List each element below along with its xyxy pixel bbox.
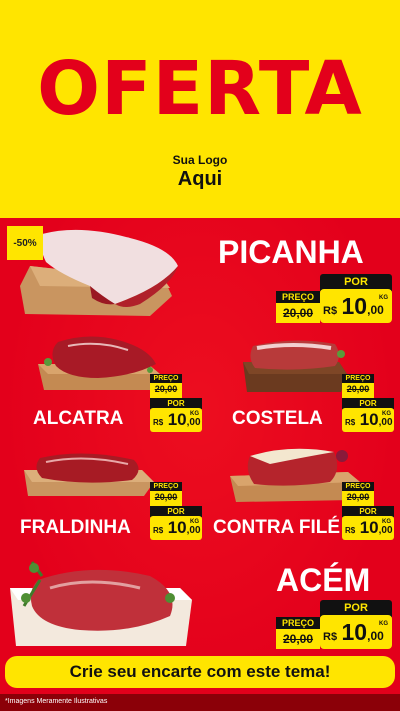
- product-name-costela: COSTELA: [232, 408, 323, 429]
- old-price: 20,00: [346, 384, 370, 394]
- discount-badge: -50%: [7, 226, 43, 260]
- preco-label: PREÇO: [342, 482, 374, 491]
- preco-label: PREÇO: [276, 291, 320, 303]
- old-price-box: PREÇO 20,00: [150, 482, 182, 506]
- contra-file-image: [230, 448, 360, 502]
- product-name-alcatra: ALCATRA: [33, 408, 124, 429]
- old-price: 20,00: [154, 492, 178, 502]
- preco-label: PREÇO: [150, 482, 182, 491]
- preco-label: PREÇO: [342, 374, 374, 383]
- product-name-acem: ACÉM: [276, 562, 371, 598]
- product-name-fraldinha: FRALDINHA: [20, 517, 131, 538]
- preco-label: PREÇO: [276, 617, 320, 629]
- alcatra-image: [38, 336, 160, 390]
- price-integer: 10: [359, 518, 379, 537]
- logo-placeholder-line2: Aqui: [177, 168, 223, 190]
- currency: R$: [323, 631, 338, 643]
- currency: R$: [345, 418, 356, 427]
- currency: R$: [345, 526, 356, 535]
- old-price: 20,00: [346, 492, 370, 502]
- price-integer: 10: [167, 518, 187, 537]
- old-price-box: PREÇO 20,00: [276, 291, 320, 323]
- old-price-box: PREÇO 20,00: [276, 617, 320, 649]
- old-price-box: PREÇO 20,00: [342, 482, 374, 506]
- price-cents: ,00: [367, 303, 384, 317]
- page-title: OFERTA: [37, 46, 363, 132]
- costela-image: [243, 340, 347, 392]
- unit-label: KG: [190, 411, 199, 417]
- preco-label: PREÇO: [150, 374, 182, 383]
- logo-placeholder-line1: Sua Logo: [172, 153, 228, 167]
- fraldinha-image: [24, 453, 154, 496]
- current-price: R$ 10,00 KG: [150, 408, 202, 432]
- price-cents: ,00: [367, 629, 384, 643]
- unit-label: KG: [382, 519, 391, 525]
- old-price: 20,00: [282, 306, 314, 320]
- price-integer: 10: [359, 410, 379, 429]
- currency: R$: [153, 526, 164, 535]
- current-price: R$ 10,00 KG: [320, 615, 392, 649]
- price-cents: ,00: [186, 417, 201, 428]
- old-price-box: PREÇO 20,00: [150, 374, 182, 398]
- current-price: R$ 10,00 KG: [342, 408, 394, 432]
- old-price: 20,00: [282, 632, 314, 646]
- acem-image: [10, 561, 192, 646]
- footnote: *Imagens Meramente Ilustrativas: [5, 698, 108, 705]
- old-price-box: PREÇO 20,00: [342, 374, 374, 398]
- picanha-image: [20, 229, 179, 316]
- product-name-contra-file: CONTRA FILÉ: [213, 517, 341, 538]
- price-integer: 10: [341, 293, 368, 319]
- product-name-picanha: PICANHA: [218, 234, 364, 270]
- current-price: R$ 10,00 KG: [150, 516, 202, 540]
- currency: R$: [153, 418, 164, 427]
- cta-banner[interactable]: Crie seu encarte com este tema!: [5, 656, 395, 688]
- old-price: 20,00: [154, 384, 178, 394]
- currency: R$: [323, 305, 338, 317]
- current-price: R$ 10,00 KG: [342, 516, 394, 540]
- unit-label: KG: [382, 411, 391, 417]
- price-cents: ,00: [378, 525, 393, 536]
- price-integer: 10: [167, 410, 187, 429]
- unit-label: KG: [190, 519, 199, 525]
- price-cents: ,00: [378, 417, 393, 428]
- unit-label: KG: [379, 295, 388, 301]
- unit-label: KG: [379, 621, 388, 627]
- current-price: R$ 10,00 KG: [320, 289, 392, 323]
- price-integer: 10: [341, 619, 368, 645]
- price-cents: ,00: [186, 525, 201, 536]
